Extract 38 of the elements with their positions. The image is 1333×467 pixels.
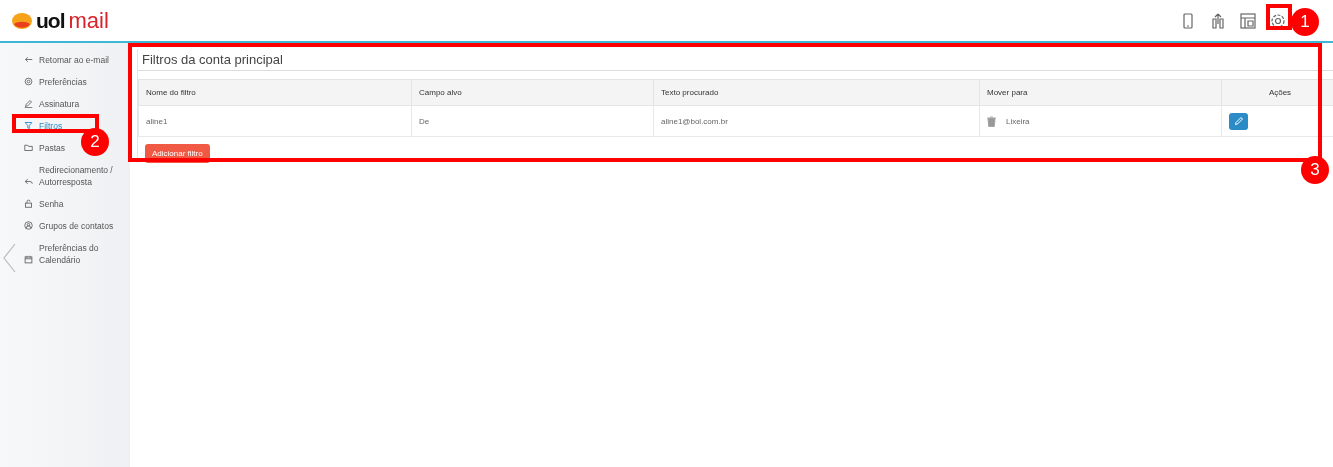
sidebar-item[interactable]: Filtros <box>24 118 63 134</box>
sidebar-item[interactable]: Retomar ao e-mail <box>24 52 109 68</box>
pen-icon <box>24 99 33 108</box>
gear-icon <box>24 77 33 86</box>
sidebar-item[interactable]: Preferências do Calendário <box>24 240 124 268</box>
layout-icon[interactable] <box>1239 11 1257 30</box>
logo-product: mail <box>68 7 109 34</box>
column-header: Campo alvo <box>411 79 654 106</box>
filter-icon <box>24 121 33 130</box>
step-badge: 1 <box>1291 8 1319 36</box>
sidebar-item[interactable]: Grupos de contatos <box>24 218 114 234</box>
sidebar-item[interactable]: Senha <box>24 196 64 212</box>
sidebar-item[interactable]: Assinatura <box>24 96 80 112</box>
back-arrow-icon <box>24 55 33 64</box>
pencil-icon <box>1233 116 1244 126</box>
lock-icon <box>24 199 33 208</box>
panel-title: Filtros da conta principal <box>138 49 1333 71</box>
sidebar-item[interactable]: Preferências <box>24 74 87 90</box>
table-cell: De <box>411 105 654 137</box>
sidebar-item[interactable]: Pastas <box>24 140 65 156</box>
share-icon[interactable] <box>1209 11 1227 30</box>
logo-icon <box>12 12 32 29</box>
column-header: Ações <box>1221 79 1333 106</box>
folder-name: Lixeira <box>1006 116 1030 126</box>
sidebar-item[interactable]: Redirecionamento / Autorresposta <box>24 162 124 190</box>
column-header: Mover para <box>979 79 1222 106</box>
table-cell: aline1 <box>138 105 412 137</box>
reply-icon <box>24 177 33 186</box>
column-header: Nome do filtro <box>138 79 412 106</box>
trash-icon <box>987 115 996 127</box>
table-cell: aline1@bol.com.br <box>653 105 980 137</box>
step-badge: 3 <box>1301 156 1329 184</box>
logo-brand: uol <box>36 8 65 33</box>
edit-button[interactable] <box>1229 112 1248 130</box>
folder-icon <box>24 143 33 152</box>
column-header: Texto procurado <box>653 79 980 106</box>
calendar-icon <box>24 255 33 264</box>
contacts-icon <box>24 221 33 230</box>
